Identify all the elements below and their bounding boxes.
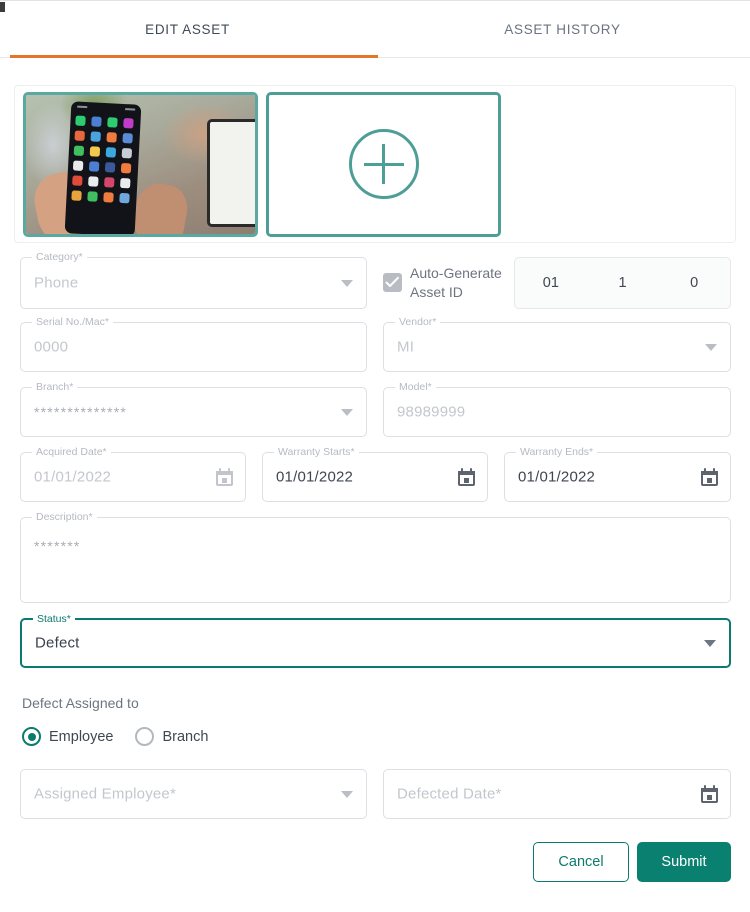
warranty-ends-input[interactable]: Warranty Ends* 01/01/2022 — [504, 446, 731, 502]
category-value: Phone — [34, 274, 79, 292]
assigned-employee-select[interactable]: Assigned Employee* — [20, 769, 367, 819]
vendor-select[interactable]: Vendor* MI — [383, 316, 731, 372]
defected-date-placeholder: Defected Date* — [397, 785, 502, 803]
radio-branch-icon — [135, 727, 155, 746]
vendor-label: Vendor* — [395, 316, 441, 329]
warranty-starts-label: Warranty Starts* — [274, 446, 359, 459]
category-select[interactable]: Category* Phone — [20, 251, 367, 309]
description-value: ******* — [34, 538, 81, 554]
defect-assign-radio-group: Employee Branch — [22, 727, 230, 746]
photo-tablet-shape — [207, 118, 255, 227]
warranty-starts-value: 01/01/2022 — [276, 468, 354, 486]
photo-hand-right — [129, 179, 191, 234]
tab-edit-asset[interactable]: EDIT ASSET — [0, 1, 375, 58]
warranty-starts-input[interactable]: Warranty Starts* 01/01/2022 — [262, 446, 488, 502]
radio-option-branch[interactable]: Branch — [135, 727, 208, 746]
model-input[interactable]: Model* 98989999 — [383, 381, 731, 437]
tab-asset-history[interactable]: ASSET HISTORY — [375, 1, 750, 58]
chevron-down-icon — [341, 791, 353, 798]
status-select[interactable]: Status* Defect — [20, 613, 731, 668]
branch-value: ************** — [34, 404, 128, 420]
asset-images-container — [14, 85, 736, 243]
radio-option-employee[interactable]: Employee — [22, 727, 113, 746]
auto-generate-checkbox[interactable] — [383, 273, 402, 292]
chevron-down-icon — [341, 409, 353, 416]
check-icon — [385, 276, 399, 287]
asset-photo — [26, 94, 255, 234]
tab-asset-history-label: ASSET HISTORY — [504, 22, 621, 37]
cancel-button-label: Cancel — [558, 854, 604, 870]
tab-bar: EDIT ASSET ASSET HISTORY — [0, 1, 750, 58]
asset-image-thumbnail[interactable] — [23, 91, 258, 237]
asset-id-segment-1: 01 — [542, 275, 559, 291]
description-textarea[interactable]: Description* ******* — [20, 511, 731, 603]
defect-assigned-label: Defect Assigned to — [22, 695, 139, 711]
tab-active-underline — [10, 55, 378, 58]
submit-button[interactable]: Submit — [637, 842, 731, 882]
asset-id-display: 01 1 0 — [514, 257, 731, 309]
radio-employee-label: Employee — [49, 728, 114, 745]
chevron-down-icon — [704, 640, 716, 647]
edit-asset-page: EDIT ASSET ASSET HISTORY Category* Phone… — [0, 0, 750, 912]
warranty-ends-value: 01/01/2022 — [518, 468, 596, 486]
auto-generate-label: Auto-Generate Asset ID — [410, 265, 502, 300]
model-label: Model* — [395, 381, 436, 394]
photo-phone-statusbar — [77, 105, 136, 112]
status-value: Defect — [35, 634, 80, 652]
vendor-value: MI — [397, 338, 415, 356]
submit-button-label: Submit — [661, 854, 707, 870]
model-value: 98989999 — [397, 403, 466, 421]
acquired-date-input[interactable]: Acquired Date* 01/01/2022 — [20, 446, 246, 502]
warranty-ends-label: Warranty Ends* — [516, 446, 598, 459]
assigned-employee-placeholder: Assigned Employee* — [34, 785, 177, 803]
serial-number-value: 0000 — [34, 338, 69, 356]
radio-branch-label: Branch — [162, 728, 209, 745]
cancel-button[interactable]: Cancel — [533, 842, 629, 882]
asset-id-segment-3: 0 — [690, 275, 699, 291]
category-label: Category* — [32, 251, 87, 264]
serial-number-input[interactable]: Serial No./Mac* 0000 — [20, 316, 367, 372]
plus-circle-icon — [348, 129, 419, 199]
add-image-button[interactable] — [266, 91, 501, 237]
tab-edit-asset-label: EDIT ASSET — [145, 22, 230, 37]
calendar-icon[interactable] — [458, 468, 475, 486]
radio-employee-icon — [22, 727, 41, 746]
branch-select[interactable]: Branch* ************** — [20, 381, 367, 437]
status-label: Status* — [33, 613, 75, 626]
calendar-icon[interactable] — [701, 468, 718, 486]
acquired-date-label: Acquired Date* — [32, 446, 111, 459]
photo-phone — [64, 100, 142, 234]
defected-date-input[interactable]: Defected Date* — [383, 769, 731, 819]
calendar-icon[interactable] — [701, 785, 718, 803]
branch-label: Branch* — [32, 381, 78, 394]
acquired-date-value: 01/01/2022 — [34, 468, 112, 486]
serial-number-label: Serial No./Mac* — [32, 316, 113, 329]
chevron-down-icon — [705, 344, 717, 351]
description-label: Description* — [32, 511, 97, 524]
calendar-icon[interactable] — [216, 468, 233, 486]
asset-id-segment-2: 1 — [618, 275, 627, 291]
chevron-down-icon — [341, 280, 353, 287]
